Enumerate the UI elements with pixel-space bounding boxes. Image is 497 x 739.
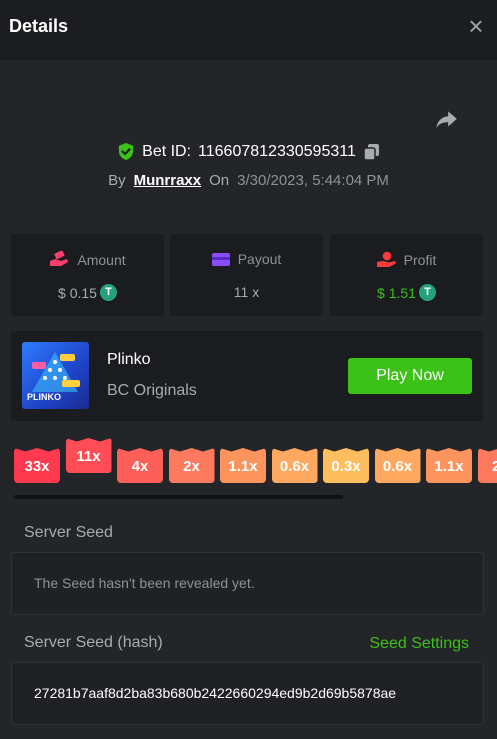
copy-icon[interactable]: [363, 143, 380, 161]
close-icon[interactable]: ×: [465, 13, 487, 39]
share-icon[interactable]: [433, 107, 459, 133]
dialog-title: Details: [9, 16, 69, 36]
game-name: Plinko: [107, 351, 151, 368]
amount-card: Amount $ 0.15 T: [11, 234, 164, 316]
amount-label: Amount: [77, 251, 126, 268]
server-seed-hash-field[interactable]: 27281b7aaf8d2ba83b680b2422660294ed9b2d69…: [11, 662, 484, 725]
by-label: By: [108, 172, 126, 189]
multiplier-slot: 4x: [117, 448, 163, 483]
game-thumbnail-label: PLINKO: [27, 392, 62, 402]
game-card: PLINKO Plinko BC Originals Play Now: [11, 331, 483, 421]
profit-value: $ 1.51: [377, 284, 416, 301]
multiplier-slot: 0.6x: [374, 448, 421, 483]
on-label: On: [209, 172, 230, 189]
profit-card: Profit $ 1.51 T: [330, 234, 483, 316]
multiplier-slot: 2x: [477, 448, 497, 483]
server-seed-hash-value: 27281b7aaf8d2ba83b680b2422660294ed9b2d69…: [34, 685, 397, 701]
bet-date: 3/30/2023, 5:44:04 PM: [237, 172, 389, 189]
payout-value: 11 x: [233, 284, 260, 300]
multiplier-slot: 11x: [65, 438, 112, 473]
amount-icon: [50, 251, 69, 266]
multiplier-slot: 33x: [14, 448, 60, 483]
dialog-header: Details ×: [0, 0, 497, 60]
multiplier-row[interactable]: 33x11x4x2x1.1x0.6x0.3x0.6x1.1x2x: [0, 437, 497, 503]
multiplier-slot: 0.6x: [271, 448, 318, 483]
shield-check-icon: [119, 142, 134, 161]
bet-meta-line: By Munrraxx On 3/30/2023, 5:44:04 PM: [0, 172, 497, 189]
bet-id-value: 116607812330595311: [198, 142, 356, 160]
bet-id-label: Bet ID:: [142, 142, 192, 160]
play-now-button[interactable]: Play Now: [348, 358, 472, 394]
multiplier-slot: 1.1x: [426, 448, 472, 483]
username-link[interactable]: Munrraxx: [134, 172, 202, 189]
horizontal-scrollbar[interactable]: [14, 495, 343, 499]
bet-id-line: Bet ID: 116607812330595311: [0, 142, 497, 166]
game-thumbnail[interactable]: PLINKO: [22, 342, 89, 409]
game-provider: BC Originals: [107, 382, 197, 399]
multiplier-slot: 2x: [168, 448, 215, 483]
bet-stats: Amount $ 0.15 T Payout 11 x Profit $ 1.5…: [11, 234, 484, 316]
server-seed-value: The Seed hasn't been revealed yet.: [34, 575, 255, 591]
server-seed-hash-label: Server Seed (hash): [24, 634, 163, 651]
payout-label: Payout: [237, 251, 282, 267]
tether-icon: T: [99, 284, 117, 301]
multiplier-slot: 0.3x: [323, 448, 369, 483]
server-seed-label: Server Seed: [24, 524, 113, 541]
wallet-icon: [211, 252, 230, 266]
tether-icon: T: [418, 284, 436, 301]
multiplier-slot: 1.1x: [220, 448, 266, 483]
amount-value: $ 0.15: [58, 284, 97, 301]
server-seed-field: The Seed hasn't been revealed yet.: [11, 552, 484, 615]
profit-icon: [376, 251, 396, 267]
payout-card: Payout 11 x: [170, 234, 323, 316]
seed-settings-link[interactable]: Seed Settings: [369, 635, 469, 653]
profit-label: Profit: [403, 251, 437, 268]
